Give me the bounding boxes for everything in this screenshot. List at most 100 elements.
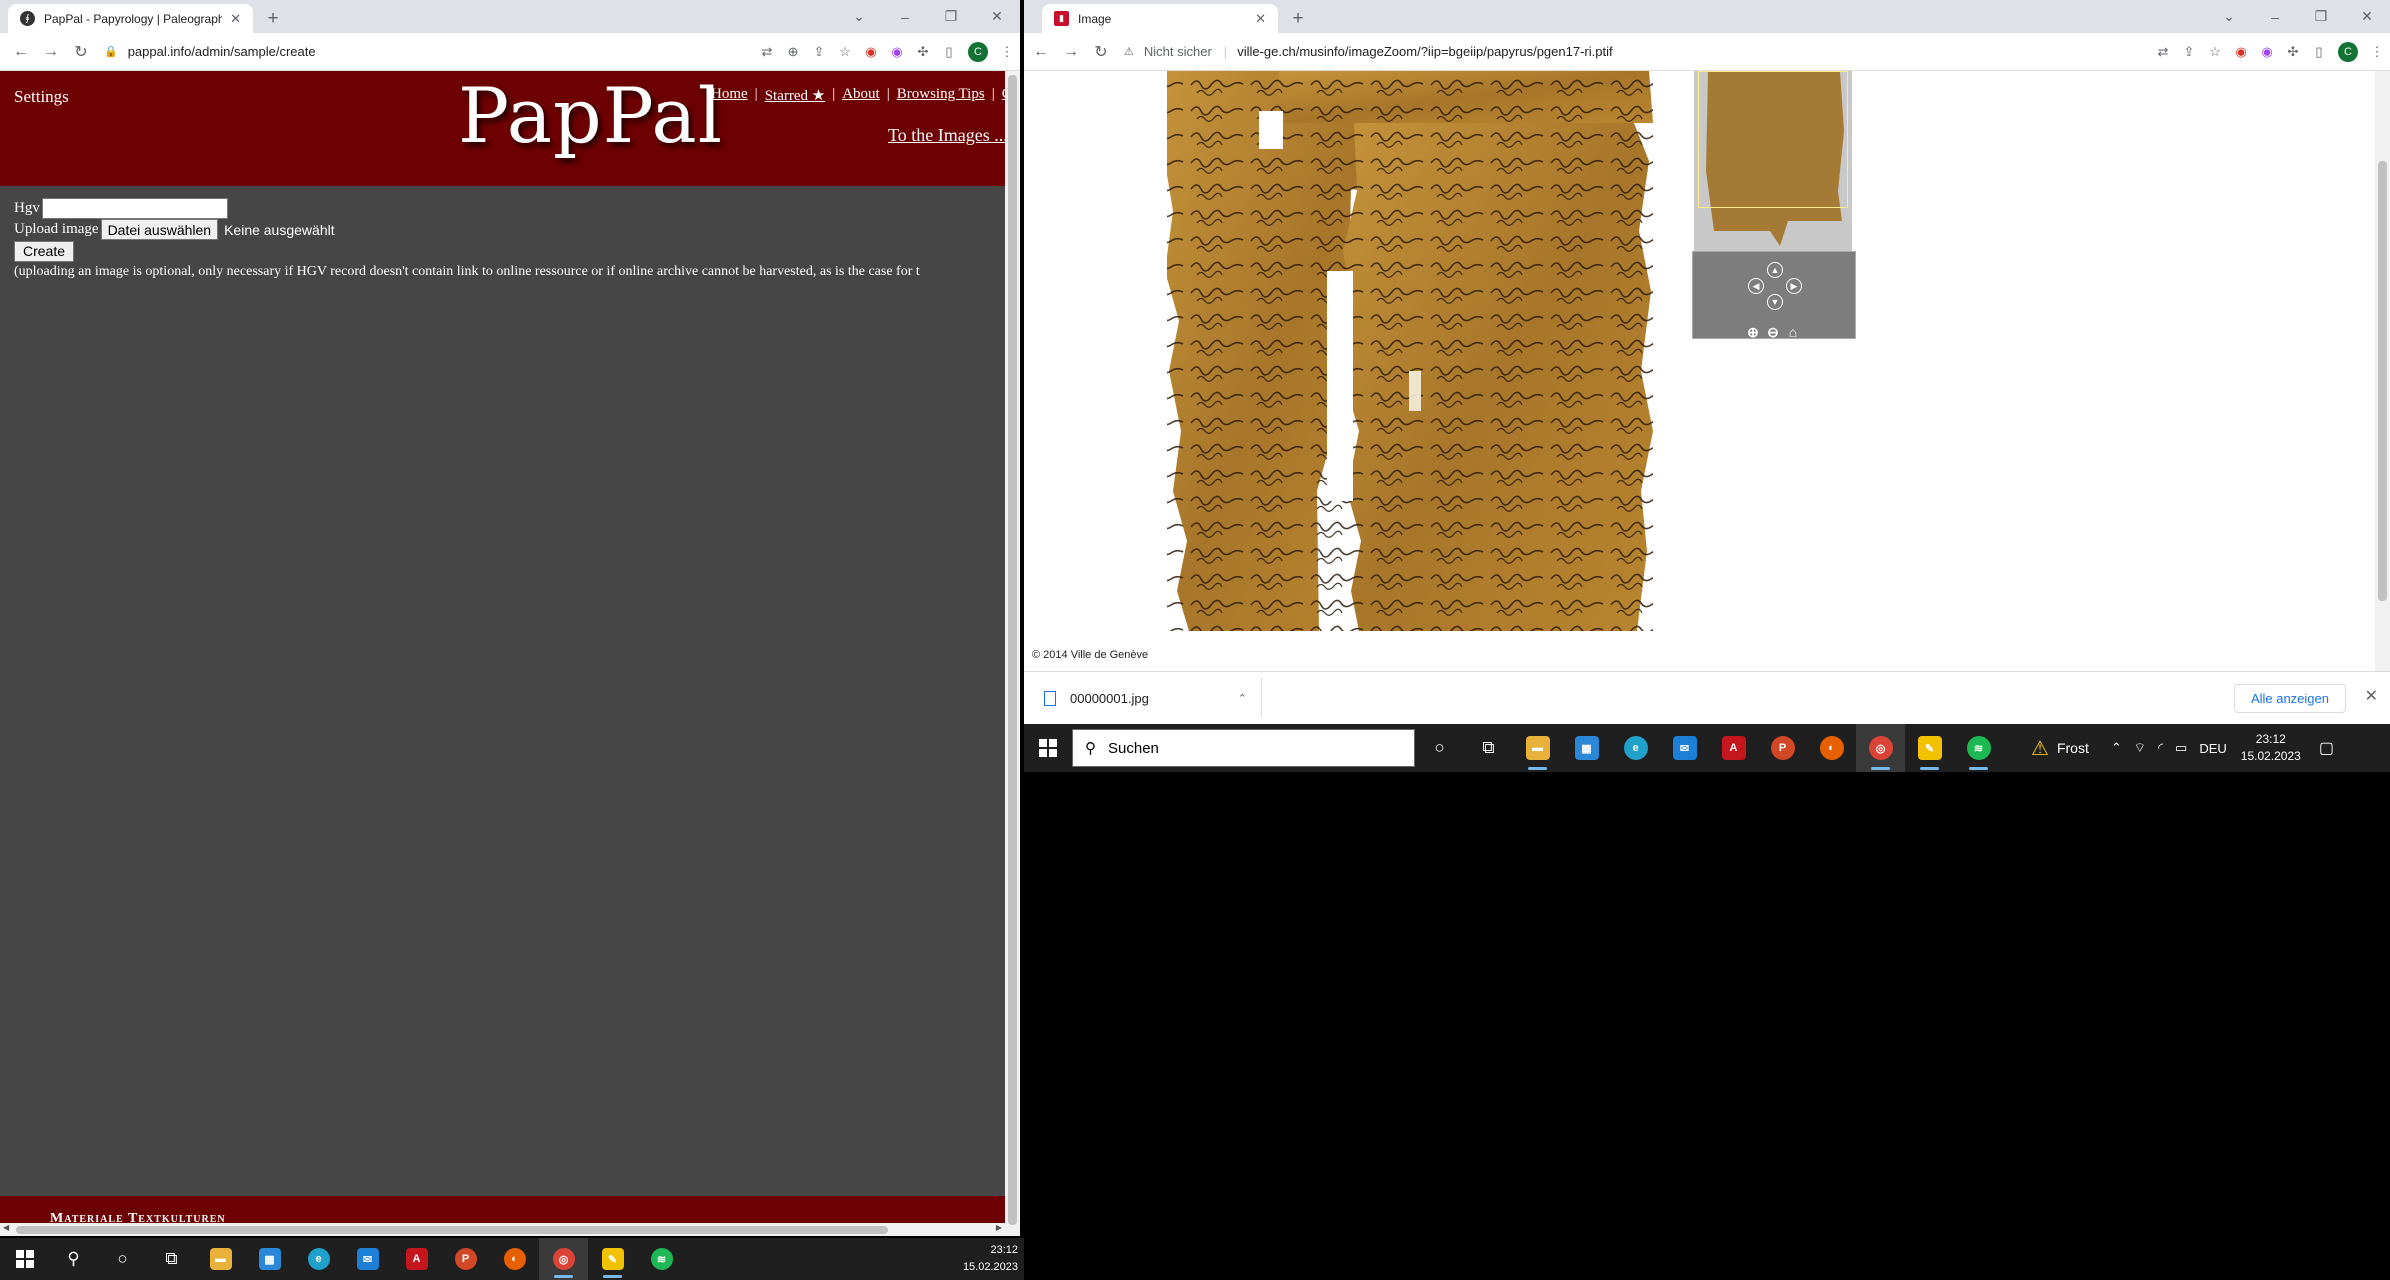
show-all-downloads-button[interactable]: Alle anzeigen <box>2233 684 2346 713</box>
back-icon[interactable]: ← <box>6 43 36 61</box>
extension-red-icon[interactable]: ◉ <box>2228 44 2254 60</box>
taskbar-clock[interactable]: 23:12 15.02.2023 <box>963 1242 1018 1276</box>
file-explorer-icon[interactable]: ▬ <box>196 1238 245 1280</box>
settings-link[interactable]: Settings <box>14 87 69 107</box>
side-panel-icon[interactable]: ▯ <box>936 44 962 60</box>
forward-icon[interactable]: → <box>1056 43 1086 61</box>
notes-app-icon[interactable]: ✎ <box>588 1238 637 1280</box>
close-window-icon[interactable]: ✕ <box>2344 8 2390 25</box>
new-tab-button[interactable]: + <box>1284 4 1312 33</box>
task-view-icon[interactable]: ⧉ <box>1464 724 1513 772</box>
tab-image[interactable]: ▮ Image ✕ <box>1042 4 1278 33</box>
taskbar-clock[interactable]: 23:12 15.02.2023 <box>2241 731 2301 765</box>
minimize-icon[interactable]: – <box>882 9 928 25</box>
address-bar[interactable]: 🔒 pappal.info/admin/sample/create <box>96 38 754 66</box>
vertical-scroll-thumb[interactable] <box>1008 75 1017 1225</box>
download-item[interactable]: 00000001.jpg ⌃ <box>1024 678 1262 718</box>
to-the-images-link[interactable]: To the Images ... <box>888 125 1008 146</box>
bookmark-star-icon[interactable]: ☆ <box>2202 44 2228 60</box>
pan-left-icon[interactable]: ◀ <box>1748 278 1764 294</box>
vertical-scroll-thumb[interactable] <box>2378 161 2387 601</box>
language-indicator[interactable]: DEU <box>2199 741 2226 756</box>
share-icon[interactable]: ⇪ <box>2176 44 2202 60</box>
extension-purple-icon[interactable]: ◉ <box>884 44 910 60</box>
create-button[interactable]: Create <box>14 240 75 262</box>
extension-red-icon[interactable]: ◉ <box>858 44 884 60</box>
cortana-icon[interactable]: ○ <box>1415 724 1464 772</box>
scroll-right-icon[interactable]: ▶ <box>996 1223 1002 1232</box>
extension-purple-icon[interactable]: ◉ <box>2254 44 2280 60</box>
horizontal-scrollbar[interactable]: ◀ ▶ <box>0 1223 1005 1236</box>
hgv-input[interactable] <box>41 198 228 219</box>
nav-about[interactable]: About <box>842 86 880 105</box>
menu-icon[interactable]: ⋮ <box>994 44 1020 60</box>
scroll-left-icon[interactable]: ◀ <box>3 1223 9 1232</box>
nav-home[interactable]: Home <box>711 86 748 105</box>
mail-icon[interactable]: ✉ <box>1660 724 1709 772</box>
share-icon[interactable]: ⇪ <box>806 44 832 60</box>
pappal-logo[interactable]: PapPal <box>458 71 723 160</box>
minimap-viewport-frame[interactable] <box>1698 71 1848 208</box>
weather-widget[interactable]: ⚠ Frost <box>2031 736 2089 761</box>
edge-icon[interactable]: e <box>1611 724 1660 772</box>
file-explorer-icon[interactable]: ▬ <box>1513 724 1562 772</box>
extensions-puzzle-icon[interactable]: ✣ <box>910 44 936 60</box>
restore-icon[interactable]: ❐ <box>928 8 974 25</box>
edge-icon[interactable]: e <box>294 1238 343 1280</box>
profile-avatar[interactable]: C <box>2338 41 2358 62</box>
pan-down-icon[interactable]: ▼ <box>1767 294 1783 310</box>
reload-icon[interactable]: ↻ <box>1086 42 1116 62</box>
address-bar[interactable]: ⚠ Nicht sicher | ville-ge.ch/musinfo/ima… <box>1116 38 2150 66</box>
pan-right-icon[interactable]: ▶ <box>1786 278 1802 294</box>
battery-icon[interactable]: ▭ <box>2175 740 2187 756</box>
back-icon[interactable]: ← <box>1026 43 1056 61</box>
vertical-scrollbar[interactable] <box>2375 71 2390 671</box>
powerpoint-icon[interactable]: P <box>441 1238 490 1280</box>
close-download-bar-icon[interactable]: ✕ <box>2365 686 2378 706</box>
acrobat-icon[interactable]: A <box>392 1238 441 1280</box>
firefox-icon[interactable]: ◐ <box>490 1238 539 1280</box>
reload-icon[interactable]: ↻ <box>66 42 96 62</box>
restore-icon[interactable]: ❐ <box>2298 8 2344 25</box>
papyrus-image[interactable] <box>1129 71 1669 631</box>
search-icon[interactable]: ⚲ <box>49 1238 98 1280</box>
network-icon[interactable]: ⌔ <box>2134 740 2146 756</box>
start-button[interactable] <box>1024 724 1072 772</box>
notification-center-icon[interactable]: ▢ <box>2319 738 2334 758</box>
navigator-minimap[interactable] <box>1694 71 1852 251</box>
translate-icon[interactable]: ⇄ <box>2150 44 2176 60</box>
tab-search-icon[interactable]: ⌄ <box>836 8 882 25</box>
zoom-out-icon[interactable]: ⊖ <box>1765 324 1781 340</box>
home-reset-icon[interactable]: ⌂ <box>1785 324 1801 340</box>
tab-search-icon[interactable]: ⌄ <box>2206 8 2252 25</box>
side-panel-icon[interactable]: ▯ <box>2306 44 2332 60</box>
start-button[interactable] <box>0 1238 49 1280</box>
image-zoom-viewer[interactable]: ▲ ◀ ▶ ▼ ⊕ ⊖ ⌂ © 2014 Ville de Genève <box>1024 71 2375 671</box>
store-icon[interactable]: ▦ <box>1562 724 1611 772</box>
bookmark-star-icon[interactable]: ☆ <box>832 44 858 60</box>
vertical-scrollbar[interactable] <box>1005 71 1020 1236</box>
spotify-icon[interactable]: ≋ <box>1954 724 2003 772</box>
chevron-up-icon[interactable]: ⌃ <box>1238 692 1247 705</box>
translate-icon[interactable]: ⇄ <box>754 44 780 60</box>
cortana-icon[interactable]: ○ <box>98 1238 147 1280</box>
forward-icon[interactable]: → <box>36 43 66 61</box>
chrome-icon[interactable]: ◎ <box>1856 724 1905 772</box>
profile-avatar[interactable]: C <box>968 41 988 62</box>
store-icon[interactable]: ▦ <box>245 1238 294 1280</box>
tray-expand-icon[interactable]: ⌃ <box>2111 740 2122 756</box>
nav-browsing-tips[interactable]: Browsing Tips <box>897 86 985 105</box>
task-view-icon[interactable]: ⧉ <box>147 1238 196 1280</box>
choose-file-button[interactable]: Datei auswählen <box>100 219 219 240</box>
zoom-icon[interactable]: ⊕ <box>780 44 806 60</box>
close-tab-icon[interactable]: ✕ <box>1255 11 1266 27</box>
nav-starred[interactable]: Starred ★ <box>765 86 826 105</box>
close-tab-icon[interactable]: ✕ <box>230 11 241 27</box>
pan-up-icon[interactable]: ▲ <box>1767 262 1783 278</box>
extensions-puzzle-icon[interactable]: ✣ <box>2280 44 2306 60</box>
horizontal-scroll-thumb[interactable] <box>16 1226 888 1234</box>
minimize-icon[interactable]: – <box>2252 9 2298 25</box>
acrobat-icon[interactable]: A <box>1709 724 1758 772</box>
firefox-icon[interactable]: ◐ <box>1807 724 1856 772</box>
close-window-icon[interactable]: ✕ <box>974 8 1020 25</box>
